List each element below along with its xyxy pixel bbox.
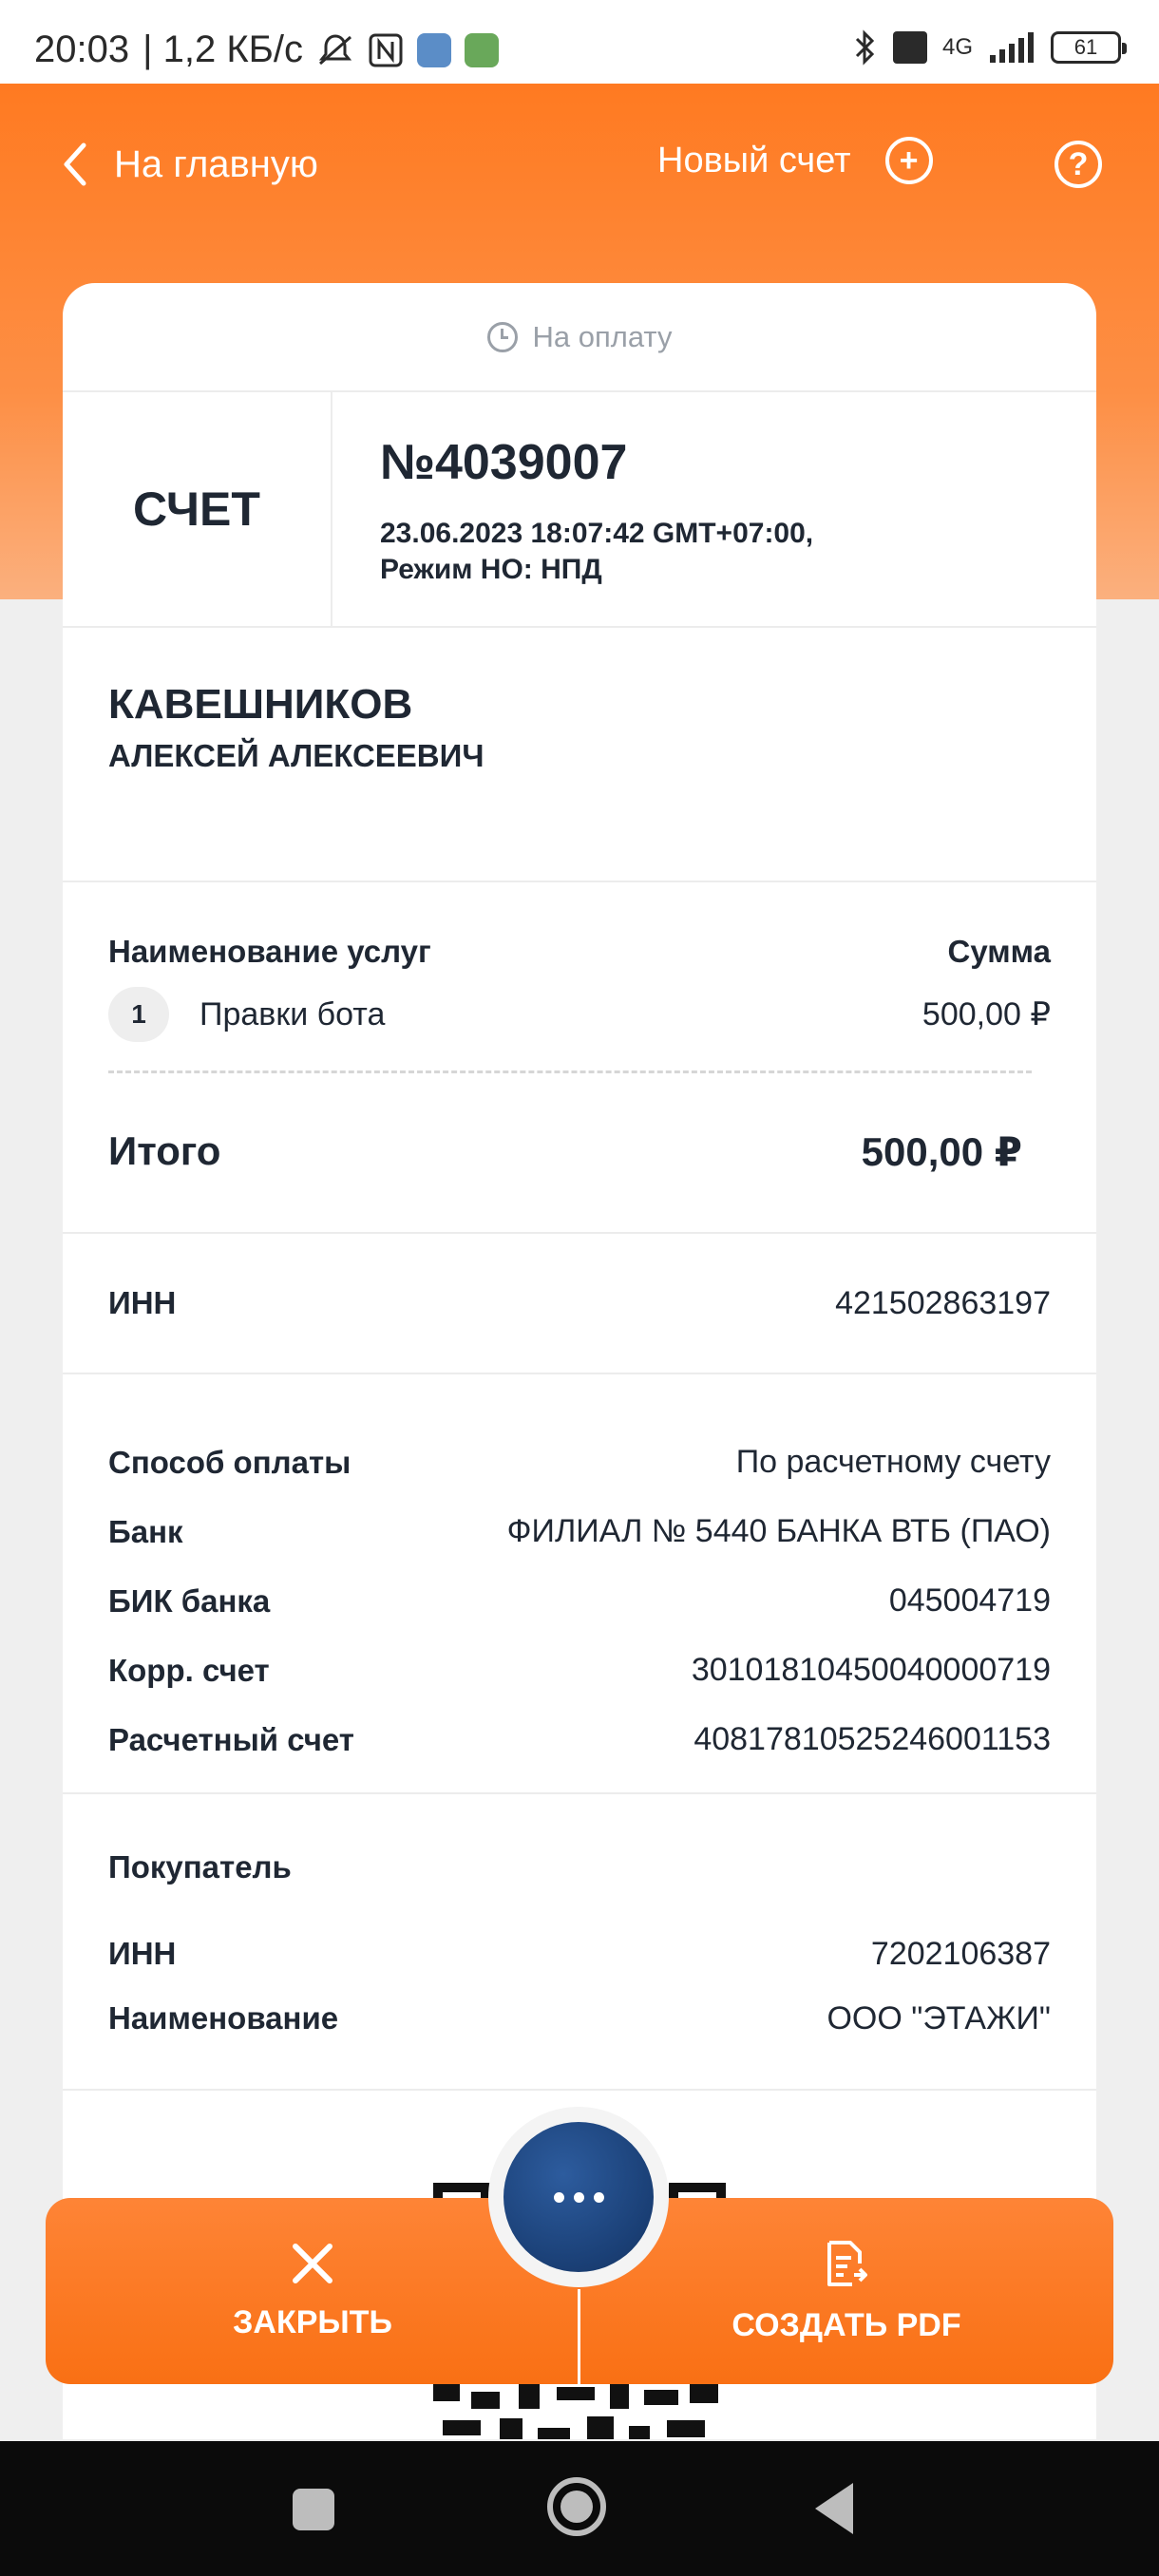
bank-value: ФИЛИАЛ № 5440 БАНКА ВТБ (ПАО) — [506, 1513, 1051, 1549]
buyer-name-row: Наименование ООО "ЭТАЖИ" — [108, 1986, 1051, 2051]
seller-inn-section: ИНН 421502863197 — [63, 1234, 1096, 1374]
question-circle-icon: ? — [1068, 146, 1089, 182]
clock-icon — [486, 321, 518, 352]
document-type: СЧЕТ — [63, 392, 332, 626]
buyer-name-label: Наименование — [108, 2000, 339, 2036]
buyer-section: Покупатель ИНН 7202106387 Наименование О… — [63, 1794, 1096, 2091]
bank-row: Банк ФИЛИАЛ № 5440 БАНКА ВТБ (ПАО) — [108, 1497, 1051, 1566]
service-index: 1 — [108, 987, 169, 1042]
document-export-icon — [827, 2240, 867, 2286]
more-dot — [573, 2191, 584, 2203]
corr-account-row: Корр. счет 30101810450040000719 — [108, 1636, 1051, 1705]
services-name-column: Наименование услуг — [108, 934, 431, 969]
system-navigation-bar — [0, 2441, 1159, 2576]
total-label: Итого — [108, 1128, 221, 1173]
more-dot — [593, 2191, 604, 2203]
payment-method-value: По расчетному счету — [735, 1444, 1051, 1480]
help-button[interactable]: ? — [1054, 141, 1102, 188]
buyer-title: Покупатель — [108, 1849, 292, 1885]
seller-section: КАВЕШНИКОВ АЛЕКСЕЙ АЛЕКСЕЕВИЧ — [63, 628, 1096, 882]
dashed-divider — [108, 1070, 1032, 1073]
plus-circle-icon: + — [884, 137, 933, 184]
invoice-status: На оплату — [63, 283, 1096, 392]
buyer-inn-value: 7202106387 — [870, 1935, 1051, 1972]
seller-last-name: КАВЕШНИКОВ — [108, 681, 413, 728]
seller-inn-label: ИНН — [108, 1285, 177, 1320]
bik-row: БИК банка 045004719 — [108, 1566, 1051, 1636]
total-row: Итого 500,00 ₽ — [108, 1128, 1051, 1175]
service-amount: 500,00 ₽ — [922, 996, 1051, 1032]
invoice-datetime: 23.06.2023 18:07:42 GMT+07:00, — [380, 518, 814, 549]
buyer-name-value: ООО "ЭТАЖИ" — [826, 1999, 1051, 2036]
services-section: Наименование услуг Сумма 1 Правки бота 5… — [63, 882, 1096, 1234]
payment-method-label: Способ оплаты — [108, 1444, 352, 1480]
bik-label: БИК банка — [108, 1582, 271, 1619]
service-name: Правки бота — [200, 995, 386, 1032]
buyer-inn-row: ИНН 7202106387 — [108, 1922, 1051, 1986]
more-actions-button[interactable] — [504, 2122, 654, 2272]
back-to-home-button[interactable]: На главную — [61, 141, 318, 188]
close-label: ЗАКРЫТЬ — [233, 2303, 392, 2340]
invoice-tax-mode: Режим НО: НПД — [380, 554, 602, 585]
payment-details-section: Способ оплаты По расчетному счету Банк Ф… — [63, 1374, 1096, 1794]
telegram-app-icon — [417, 32, 451, 67]
bank-label: Банк — [108, 1513, 183, 1549]
back-label: На главную — [114, 142, 318, 185]
status-time: 20:03 — [34, 28, 130, 70]
network-type: 4G — [941, 34, 973, 60]
volte-icon — [892, 31, 927, 64]
recent-apps-button[interactable] — [293, 2489, 334, 2530]
status-bar: 20:03 | 1,2 КБ/с 4G 61 — [0, 0, 1159, 84]
services-header: Наименование услуг Сумма — [108, 934, 1051, 970]
invoice-info: №4039007 23.06.2023 18:07:42 GMT+07:00, … — [332, 392, 813, 626]
battery-icon: 61 — [1051, 31, 1127, 64]
buyer-inn-label: ИНН — [108, 1936, 177, 1971]
status-net-speed: | 1,2 КБ/с — [142, 28, 303, 70]
new-invoice-label: Новый счет — [657, 140, 851, 180]
status-bar-right: 4G 61 — [853, 28, 1127, 66]
seller-inn-value: 421502863197 — [835, 1284, 1051, 1321]
nfc-icon — [369, 33, 403, 66]
corr-account-value: 30101810450040000719 — [691, 1652, 1051, 1688]
settlement-account-value: 40817810525246001153 — [694, 1721, 1051, 1757]
services-sum-column: Сумма — [947, 934, 1052, 969]
system-back-button[interactable] — [815, 2483, 853, 2534]
bik-value: 045004719 — [888, 1582, 1051, 1619]
invoice-number: №4039007 — [380, 435, 628, 490]
home-button[interactable] — [547, 2477, 606, 2536]
seller-inn-row: ИНН 421502863197 — [108, 1285, 1051, 1322]
seller-first-names: АЛЕКСЕЙ АЛЕКСЕЕВИЧ — [108, 738, 484, 773]
settlement-account-row: Расчетный счет 40817810525246001153 — [108, 1705, 1051, 1774]
signal-icon — [990, 32, 1034, 63]
payment-method-row: Способ оплаты По расчетному счету — [108, 1428, 1051, 1497]
fl-app-icon — [465, 32, 499, 67]
chevron-left-icon — [64, 142, 86, 186]
bluetooth-icon — [855, 29, 875, 66]
new-invoice-button[interactable]: Новый счет + — [657, 137, 933, 184]
bell-muted-icon — [318, 33, 352, 65]
more-dots-icon — [553, 2191, 564, 2203]
battery-level: 61 — [1074, 35, 1098, 59]
status-label: На оплату — [532, 319, 673, 353]
settlement-account-label: Расчетный счет — [108, 1721, 354, 1757]
corr-account-label: Корр. счет — [108, 1652, 270, 1688]
create-pdf-label: СОЗДАТЬ PDF — [732, 2306, 961, 2343]
total-value: 500,00 ₽ — [861, 1129, 1022, 1174]
invoice-header-row: СЧЕТ №4039007 23.06.2023 18:07:42 GMT+07… — [63, 392, 1096, 628]
status-bar-left: 20:03 | 1,2 КБ/с — [34, 28, 499, 71]
service-row: 1 Правки бота 500,00 ₽ — [108, 987, 1051, 1042]
close-icon — [293, 2243, 332, 2283]
